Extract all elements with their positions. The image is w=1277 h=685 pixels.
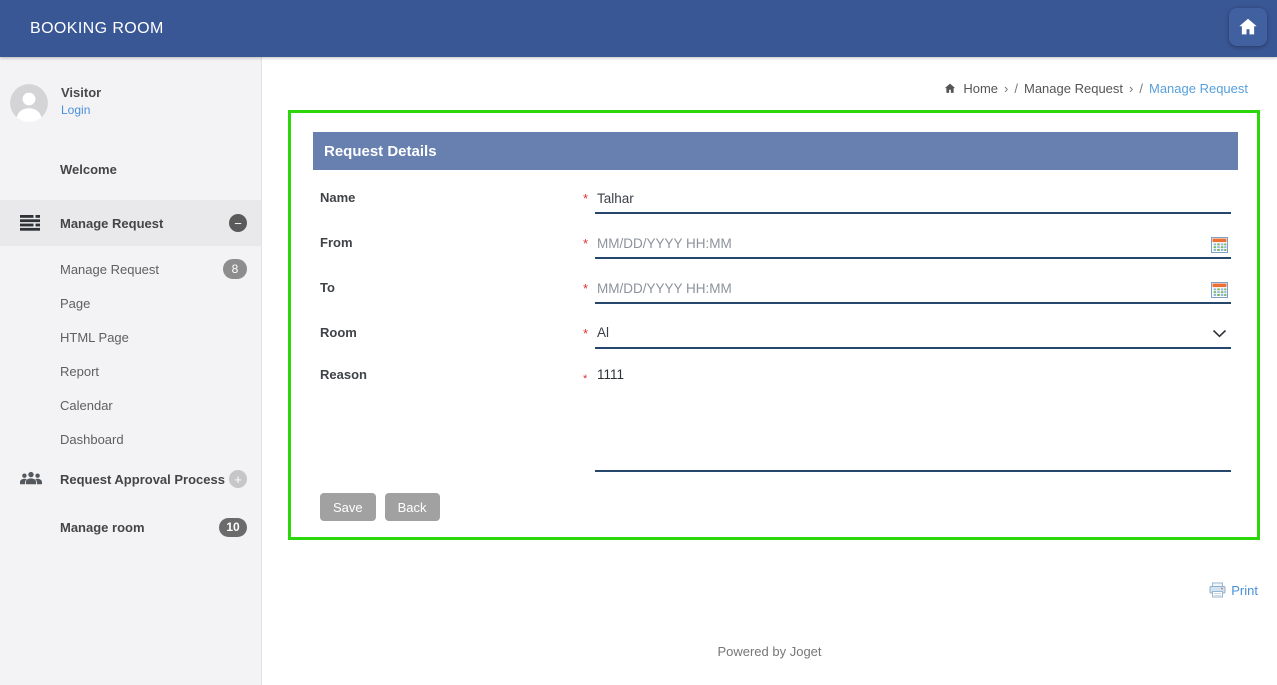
- panel-title: Request Details: [313, 132, 1238, 170]
- calendar-icon: [1211, 237, 1228, 254]
- app-header: BOOKING ROOM: [0, 0, 1277, 57]
- powered-by: Powered by Joget: [717, 644, 822, 659]
- sidebar-item-welcome[interactable]: Welcome: [0, 146, 261, 192]
- sidebar-subitem-manage-request[interactable]: Manage Request 8: [0, 252, 261, 286]
- print-link[interactable]: Print: [1231, 583, 1258, 598]
- sidebar-subitem-calendar[interactable]: Calendar: [0, 388, 261, 422]
- sidebar-item-manage-room[interactable]: Manage room 10: [0, 504, 261, 550]
- chevron-down-icon: [1212, 329, 1227, 338]
- sidebar-item-request-approval-process[interactable]: Request Approval Process +: [0, 456, 261, 502]
- required-marker: *: [583, 281, 589, 296]
- user-block: Visitor Login: [0, 57, 261, 122]
- breadcrumb-current[interactable]: Manage Request: [1149, 81, 1248, 96]
- expand-badge[interactable]: +: [229, 470, 247, 488]
- to-label: To: [320, 280, 335, 295]
- sidebar: Visitor Login Welcome Manage Request − M…: [0, 57, 262, 685]
- from-datetime-field[interactable]: [595, 233, 1231, 259]
- sidebar-item-label: Page: [60, 295, 91, 311]
- to-datetime-field[interactable]: [595, 278, 1231, 304]
- breadcrumb: Home › / Manage Request › / Manage Reque…: [943, 81, 1248, 96]
- count-badge: 8: [223, 259, 247, 279]
- breadcrumb-home[interactable]: Home: [963, 81, 998, 96]
- from-label: From: [320, 235, 353, 250]
- name-label: Name: [320, 190, 356, 205]
- sidebar-item-manage-request[interactable]: Manage Request −: [0, 200, 261, 246]
- sidebar-item-label: Manage Request: [60, 215, 164, 231]
- breadcrumb-separator: /: [1139, 81, 1143, 96]
- sidebar-item-label: Report: [60, 363, 100, 379]
- to-datepicker-button[interactable]: [1211, 282, 1229, 299]
- room-label: Room: [320, 325, 357, 340]
- breadcrumb-separator: ›: [1129, 81, 1134, 96]
- sidebar-item-label: Calendar: [60, 397, 113, 413]
- sidebar-item-label: Manage Request: [60, 261, 160, 277]
- calendar-icon: [1211, 282, 1228, 299]
- reason-label: Reason: [320, 367, 367, 382]
- form-buttons: Save Back: [320, 493, 440, 521]
- app-window: BOOKING ROOM Visitor Login Welcome Manag…: [0, 0, 1277, 685]
- sidebar-subitem-report[interactable]: Report: [0, 354, 261, 388]
- breadcrumb-separator: /: [1014, 81, 1018, 96]
- home-icon: [943, 82, 957, 95]
- save-button[interactable]: Save: [320, 493, 376, 521]
- sidebar-subitem-html-page[interactable]: HTML Page: [0, 320, 261, 354]
- request-form-panel: Request Details Name * From *: [288, 110, 1260, 540]
- required-marker: *: [583, 191, 589, 206]
- collapse-badge[interactable]: −: [229, 214, 247, 232]
- sidebar-item-label: Request Approval Process: [60, 471, 225, 487]
- user-icon: [10, 84, 48, 122]
- home-icon: [1237, 16, 1259, 38]
- required-marker: *: [583, 326, 589, 341]
- home-button[interactable]: [1229, 8, 1267, 46]
- reason-field[interactable]: 1111: [595, 365, 1231, 472]
- required-marker: *: [583, 236, 589, 251]
- avatar[interactable]: [10, 84, 48, 122]
- sidebar-item-label: Dashboard: [60, 431, 124, 447]
- required-marker: *: [583, 373, 588, 385]
- breadcrumb-parent[interactable]: Manage Request: [1024, 81, 1123, 96]
- count-badge: 10: [219, 517, 247, 537]
- sidebar-item-label: HTML Page: [60, 329, 129, 345]
- room-selected-value: Al: [597, 325, 610, 340]
- sidebar-item-label: Manage room: [60, 519, 145, 535]
- printer-icon: [1209, 582, 1226, 598]
- users-icon: [20, 471, 42, 487]
- login-link[interactable]: Login: [61, 103, 90, 117]
- main-content: Home › / Manage Request › / Manage Reque…: [262, 57, 1277, 685]
- breadcrumb-separator: ›: [1004, 81, 1009, 96]
- sidebar-subitem-page[interactable]: Page: [0, 286, 261, 320]
- list-icon: [20, 215, 40, 231]
- print-row[interactable]: Print: [1209, 582, 1258, 598]
- sidebar-subitem-dashboard[interactable]: Dashboard: [0, 422, 261, 456]
- sidebar-nav: Welcome Manage Request − Manage Request …: [0, 146, 261, 550]
- app-title: BOOKING ROOM: [30, 19, 164, 37]
- user-name: Visitor: [61, 85, 102, 100]
- back-button[interactable]: Back: [384, 493, 440, 521]
- from-datepicker-button[interactable]: [1211, 237, 1229, 254]
- sidebar-item-label: Welcome: [60, 161, 117, 177]
- room-select[interactable]: Al: [595, 323, 1231, 349]
- name-field[interactable]: [595, 188, 1231, 214]
